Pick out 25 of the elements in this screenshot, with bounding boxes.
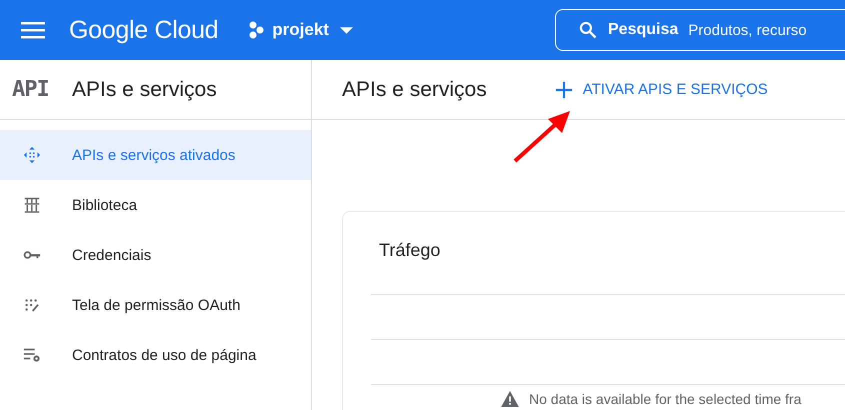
search-field[interactable]: Produtos, recurso [688,22,845,38]
sidebar-item[interactable]: Credenciais [0,230,311,280]
page-title: APIs e serviços [342,78,487,102]
search-icon [578,20,598,40]
sidebar-item[interactable]: Tela de permissão OAuth [0,280,311,330]
project-selector[interactable]: projekt [248,20,353,40]
annotation-arrow [512,110,572,164]
sidebar-item[interactable]: Biblioteca [0,180,311,230]
list-settings-icon [23,346,41,364]
hexagons-icon [248,21,266,39]
plus-icon [554,80,573,98]
brand-logo[interactable]: Google Cloud [69,16,218,44]
caret-icon [340,26,353,34]
diamond-icon [23,146,41,164]
no-data-message: No data is available for the selected time fra [529,391,802,407]
sidebar-item[interactable]: Contratos de uso de página [0,330,311,380]
sidebar-item[interactable]: APIs e serviços ativados [0,130,311,180]
api-logo: API [11,77,50,102]
card-title: Tráfego [378,239,442,262]
columns-icon [23,196,41,214]
section-title: APIs e serviços [72,78,217,102]
menu-icon[interactable] [21,21,45,39]
warning-icon [501,391,519,407]
search-bar[interactable]: Pesquisa Produtos, recurso [555,9,845,51]
enable-apis-button[interactable]: ATIVAR APIS E SERVIÇOS [550,76,772,102]
